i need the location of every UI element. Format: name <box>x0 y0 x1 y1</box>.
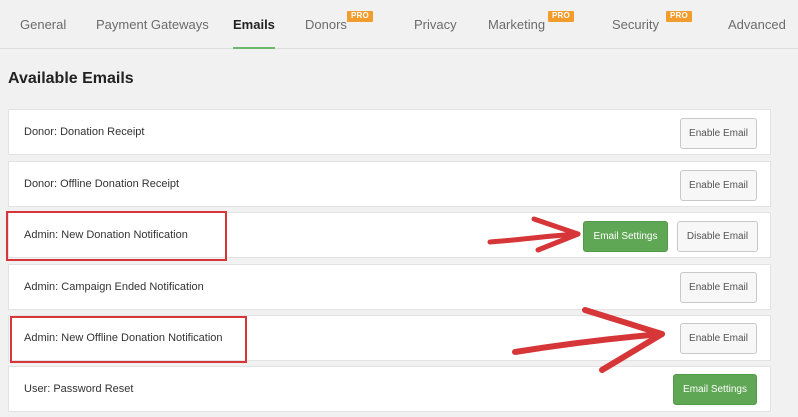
arrow-icon <box>512 307 665 373</box>
arrow-icon <box>487 216 581 253</box>
annotation-arrows <box>487 216 665 373</box>
